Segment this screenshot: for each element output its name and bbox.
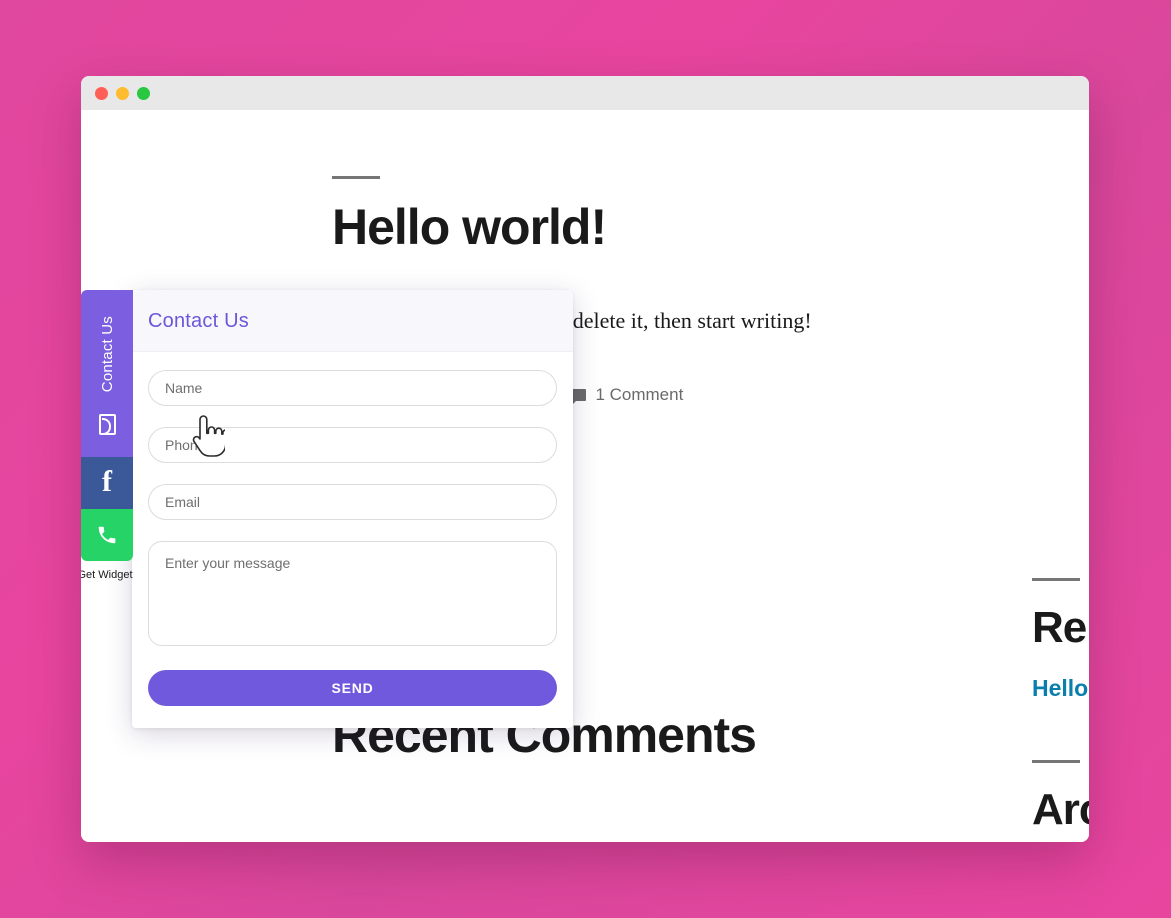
browser-titlebar bbox=[81, 76, 1089, 110]
title-rule bbox=[332, 176, 380, 179]
post-comments-label: 1 Comment bbox=[595, 385, 683, 405]
send-button[interactable]: SEND bbox=[148, 670, 557, 706]
contact-us-tab-label: Contact Us bbox=[100, 304, 115, 396]
name-input[interactable] bbox=[148, 370, 557, 406]
email-input[interactable] bbox=[148, 484, 557, 520]
contact-widget-tab-rail: Contact Us f Get Widget bbox=[81, 290, 133, 581]
phone-tab[interactable] bbox=[81, 509, 133, 561]
contact-form-card: Contact Us SEND bbox=[132, 290, 573, 728]
message-textarea[interactable] bbox=[148, 541, 557, 646]
get-widget-label[interactable]: Get Widget bbox=[81, 569, 133, 581]
recent-post-link[interactable]: Hello bbox=[1032, 675, 1089, 702]
comment-icon bbox=[571, 389, 586, 401]
facebook-tab[interactable]: f bbox=[81, 457, 133, 509]
phone-input[interactable] bbox=[148, 427, 557, 463]
browser-window: Hello world! is is your first post. Edit… bbox=[81, 76, 1089, 842]
archives-rule bbox=[1032, 760, 1080, 763]
contact-form-body: SEND bbox=[132, 352, 573, 728]
page-title: Hello world! bbox=[332, 201, 1052, 254]
message-icon bbox=[99, 414, 116, 435]
close-window-button[interactable] bbox=[95, 87, 108, 100]
recent-posts-rule bbox=[1032, 578, 1080, 581]
facebook-icon: f bbox=[102, 467, 112, 497]
widget-title-archives: Arc bbox=[1032, 785, 1089, 835]
sidebar-widgets-column: Re Hello Arc bbox=[1032, 110, 1089, 835]
minimize-window-button[interactable] bbox=[116, 87, 129, 100]
widget-title-recent-posts: Re bbox=[1032, 603, 1089, 653]
page-viewport: Hello world! is is your first post. Edit… bbox=[81, 110, 1089, 842]
maximize-window-button[interactable] bbox=[137, 87, 150, 100]
contact-form-title: Contact Us bbox=[148, 310, 557, 333]
contact-form-header: Contact Us bbox=[132, 290, 573, 352]
contact-us-tab[interactable]: Contact Us bbox=[81, 290, 133, 457]
phone-icon bbox=[96, 524, 118, 546]
contact-widget: Contact Us f Get Widget Contact Us bbox=[81, 290, 573, 728]
post-comments[interactable]: 1 Comment bbox=[571, 385, 683, 405]
